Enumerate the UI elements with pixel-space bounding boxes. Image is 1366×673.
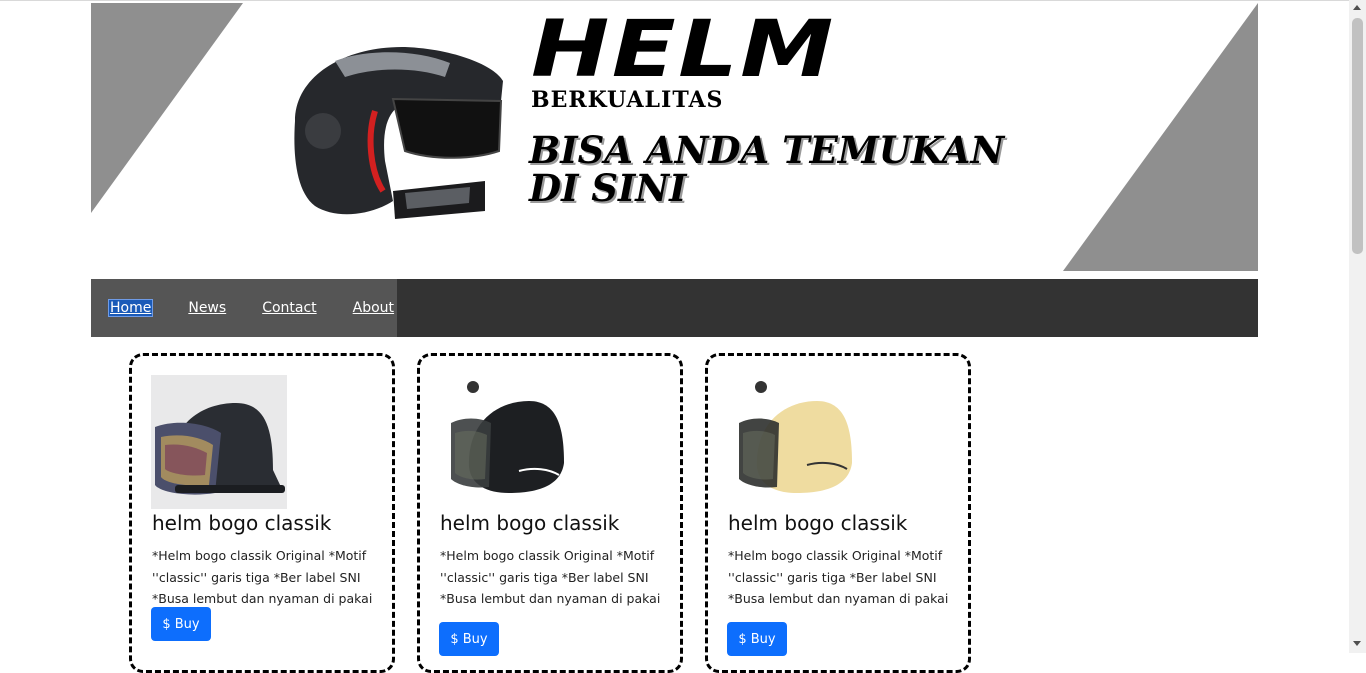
product-card: helm bogo classik *Helm bogo classik Ori… [129, 353, 395, 673]
product-description: *Helm bogo classik Original *Motif ''cla… [728, 548, 949, 606]
product-image-helmet [151, 375, 287, 509]
nav-links: Home News Contact About [91, 279, 397, 337]
product-image-helmet [439, 375, 575, 509]
product-title: helm bogo classik [728, 511, 908, 535]
page-scrollbar[interactable] [1349, 0, 1366, 653]
banner-tagline-line1: BISA ANDA TEMUKAN [529, 128, 1005, 172]
motocross-helmet-image [294, 46, 503, 219]
scroll-down-arrow-icon[interactable] [1353, 641, 1361, 646]
hero-banner: HELM BERKUALITAS BISA ANDA TEMUKAN DI SI… [91, 3, 1258, 271]
buy-button[interactable]: $ Buy [727, 622, 787, 656]
scroll-up-arrow-icon[interactable] [1353, 5, 1361, 10]
navbar: Home News Contact About [91, 279, 1258, 337]
nav-news-link[interactable]: News [188, 300, 226, 316]
nav-about-link[interactable]: About [353, 300, 394, 316]
product-title: helm bogo classik [152, 511, 332, 535]
product-image-helmet [727, 375, 863, 509]
scroll-thumb[interactable] [1352, 18, 1363, 254]
banner-tagline-line2: DI SINI [529, 166, 687, 210]
product-card: helm bogo classik *Helm bogo classik Ori… [705, 353, 971, 673]
buy-button[interactable]: $ Buy [151, 607, 211, 641]
banner-subtitle: BERKUALITAS [531, 87, 724, 113]
product-description: *Helm bogo classik Original *Motif ''cla… [152, 548, 373, 606]
buy-button[interactable]: $ Buy [439, 622, 499, 656]
top-border [0, 0, 1349, 1]
product-card: helm bogo classik *Helm bogo classik Ori… [417, 353, 683, 673]
banner-tagline: BISA ANDA TEMUKAN DI SINI [529, 131, 1004, 207]
product-description: *Helm bogo classik Original *Motif ''cla… [440, 548, 661, 606]
banner-title: HELM [531, 5, 836, 95]
product-title: helm bogo classik [440, 511, 620, 535]
nav-home-link[interactable]: Home [107, 299, 154, 317]
nav-contact-link[interactable]: Contact [262, 300, 316, 316]
